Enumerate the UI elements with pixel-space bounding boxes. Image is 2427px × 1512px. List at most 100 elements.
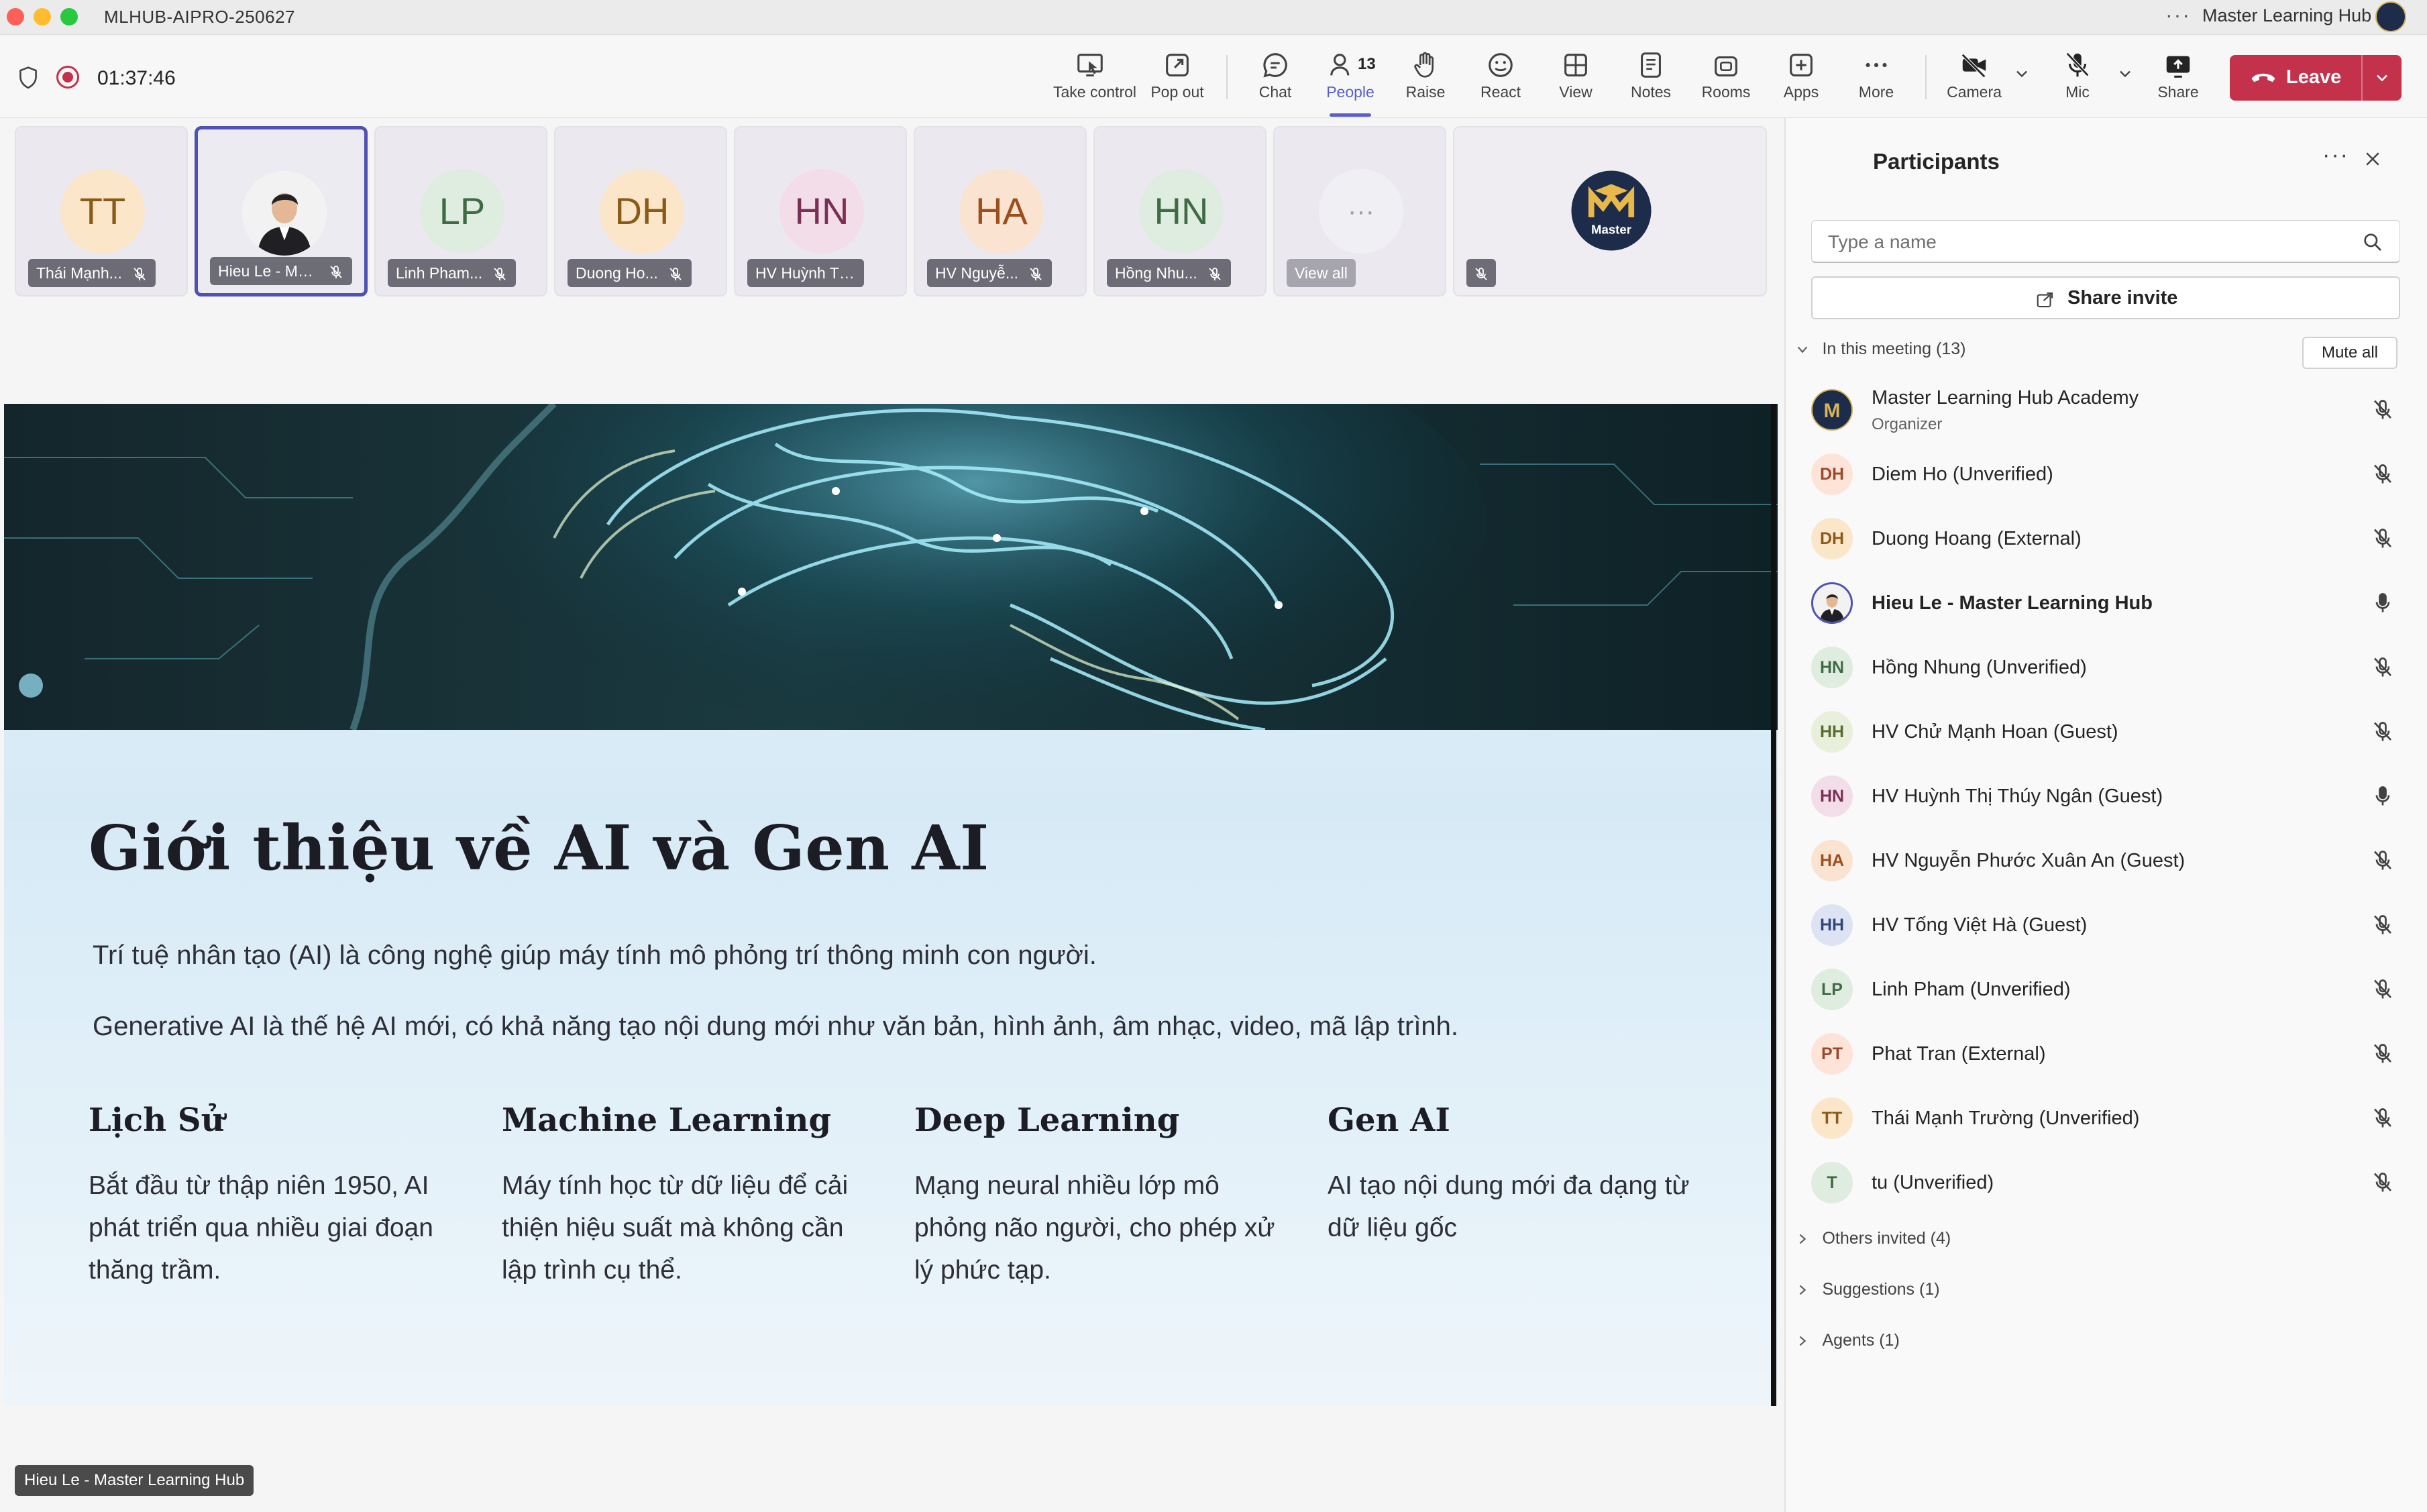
close-icon[interactable]: [2363, 149, 2383, 169]
participant-name: Master Learning Hub Academy: [1872, 387, 2139, 409]
participant-tile[interactable]: HN Hồng Nhu...: [1093, 126, 1266, 296]
participant-name-chip: Hồng Nhu...: [1107, 259, 1231, 287]
agents-section-toggle[interactable]: Agents (1): [1795, 1331, 1900, 1358]
participant-name-chip: Thái Mạnh...: [28, 259, 156, 287]
search-icon[interactable]: [2362, 231, 2383, 253]
toolbar-divider: [1226, 55, 1228, 99]
share-invite-label: Share invite: [2067, 287, 2178, 309]
view-all-label[interactable]: View all: [1287, 259, 1356, 287]
suggestions-section-toggle[interactable]: Suggestions (1): [1795, 1280, 1940, 1307]
participant-row[interactable]: PT Phat Tran (External): [1795, 1022, 2419, 1086]
window-minimize-button[interactable]: [34, 8, 51, 25]
share-invite-button[interactable]: Share invite: [1811, 276, 2400, 319]
shared-slide[interactable]: Giới thiệu về AI và Gen AI Trí tuệ nhân …: [4, 404, 1778, 1406]
participant-tile[interactable]: HN HV Huỳnh Thị ...: [734, 126, 907, 296]
view-all-tile[interactable]: ··· View all: [1273, 126, 1446, 296]
apps-plus-icon: [1790, 54, 1813, 76]
chat-button[interactable]: Chat: [1238, 50, 1312, 111]
mic-muted-icon[interactable]: [2371, 1042, 2395, 1066]
smiley-icon: [1489, 53, 1513, 77]
participant-row[interactable]: TT Thái Mạnh Trường (Unverified): [1795, 1086, 2419, 1150]
participant-search-box[interactable]: [1811, 220, 2400, 263]
participant-row[interactable]: HN HV Huỳnh Thị Thúy Ngân (Guest): [1795, 764, 2419, 828]
mic-button[interactable]: Mic: [2041, 50, 2114, 111]
participant-name: Diem Ho (Unverified): [1872, 464, 2053, 485]
participant-row[interactable]: DH Diem Ho (Unverified): [1795, 442, 2419, 506]
in-meeting-section-toggle[interactable]: In this meeting (13): [1795, 339, 1965, 366]
shield-icon[interactable]: [17, 66, 39, 90]
mic-on-icon[interactable]: [2371, 591, 2395, 615]
others-invited-section-toggle[interactable]: Others invited (4): [1795, 1229, 1951, 1256]
mic-muted-icon[interactable]: [2371, 1171, 2395, 1195]
meeting-toolbar: 01:37:46 Take control Pop out Chat 13 Pe…: [0, 35, 2427, 118]
avatar: HH: [1811, 711, 1853, 753]
mic-muted-icon[interactable]: [2371, 655, 2395, 680]
notes-label: Notes: [1630, 83, 1672, 101]
window-maximize-button[interactable]: [60, 8, 78, 25]
participant-row[interactable]: Ttu (Unverified): [1795, 1150, 2419, 1215]
toolbar-divider: [1925, 55, 1927, 99]
participant-tile[interactable]: Hieu Le - Mast...: [195, 126, 368, 296]
camera-button[interactable]: Camera: [1937, 50, 2011, 111]
people-button[interactable]: 13 People: [1313, 50, 1387, 117]
titlebar-more-icon[interactable]: ···: [2165, 3, 2191, 28]
view-button[interactable]: View: [1539, 50, 1613, 111]
participant-tile[interactable]: DH Duong Ho...: [554, 126, 727, 296]
leave-options-chevron-icon[interactable]: [2372, 68, 2392, 87]
participant-row[interactable]: HH HV Chử Mạnh Hoan (Guest): [1795, 700, 2419, 764]
avatar: HA: [1811, 840, 1853, 881]
raise-hand-button[interactable]: Raise: [1389, 50, 1462, 111]
rooms-icon: [1715, 56, 1737, 76]
organizer-tile[interactable]: Master: [1453, 126, 1767, 296]
react-button[interactable]: React: [1464, 50, 1538, 111]
avatar: HN: [779, 169, 864, 254]
camera-options-chevron-icon[interactable]: [2012, 64, 2031, 83]
more-button[interactable]: More: [1839, 50, 1913, 111]
mic-muted-icon[interactable]: [2371, 913, 2395, 937]
hang-up-icon: [2251, 73, 2275, 83]
raise-hand-icon: [1414, 52, 1434, 78]
participant-row[interactable]: DH Duong Hoang (External): [1795, 506, 2419, 571]
notes-button[interactable]: Notes: [1614, 50, 1688, 111]
participant-name-chip: HV Huỳnh Thị ...: [747, 259, 864, 287]
mic-muted-icon[interactable]: [2371, 977, 2395, 1002]
participant-tile[interactable]: HA HV Nguyễ...: [914, 126, 1087, 296]
participant-row[interactable]: LP Linh Pham (Unverified): [1795, 957, 2419, 1022]
leave-button[interactable]: Leave: [2230, 55, 2402, 101]
participant-tile[interactable]: TT Thái Mạnh...: [15, 126, 188, 296]
participant-strip: TT Thái Mạnh... Hieu Le - Mast... LP Linh Ph…: [0, 118, 1784, 306]
mic-muted-icon[interactable]: [2371, 720, 2395, 744]
more-participants-icon: ···: [1319, 169, 1403, 254]
mic-options-chevron-icon[interactable]: [2116, 64, 2135, 83]
apps-button[interactable]: Apps: [1764, 50, 1838, 111]
search-input[interactable]: [1828, 229, 2338, 256]
mic-muted-icon[interactable]: [2371, 462, 2395, 486]
take-control-button[interactable]: Take control: [1053, 50, 1136, 111]
window-close-button[interactable]: [7, 8, 24, 25]
raise-label: Raise: [1405, 83, 1446, 101]
mic-muted-icon: [1030, 268, 1042, 280]
mute-all-button[interactable]: Mute all: [2302, 337, 2397, 369]
organizer-mic-chip: [1466, 259, 1496, 287]
mic-muted-icon[interactable]: [2371, 849, 2395, 873]
mic-on-icon[interactable]: [2371, 784, 2395, 808]
participant-row[interactable]: HH HV Tống Việt Hà (Guest): [1795, 893, 2419, 957]
mic-muted-icon[interactable]: [2371, 527, 2395, 551]
participant-tile[interactable]: LP Linh Pham...: [374, 126, 547, 296]
presentation-stage: Giới thiệu về AI và Gen AI Trí tuệ nhân …: [0, 306, 1784, 1512]
participant-row[interactable]: M Master Learning Hub Academy Organizer: [1795, 378, 2419, 442]
mic-muted-icon[interactable]: [2371, 1106, 2395, 1130]
org-avatar[interactable]: [2375, 1, 2406, 32]
participant-name: HV Huỳnh Thị Thúy Ngân (Guest): [1872, 786, 2163, 807]
participant-name: Duong Ho...: [576, 264, 658, 282]
rooms-button[interactable]: Rooms: [1689, 50, 1763, 111]
mic-muted-icon[interactable]: [2371, 398, 2395, 422]
participant-row[interactable]: Hieu Le - Master Learning Hub: [1795, 571, 2419, 635]
share-button[interactable]: Share: [2141, 50, 2215, 111]
participant-row[interactable]: HN Hồng Nhung (Unverified): [1795, 635, 2419, 700]
pop-out-button[interactable]: Pop out: [1140, 50, 1214, 111]
participant-name: Thái Mạnh Trường (Unverified): [1872, 1108, 2140, 1129]
chevron-down-icon: [1797, 346, 1808, 353]
panel-more-icon[interactable]: ···: [2322, 142, 2349, 168]
participant-row[interactable]: HA HV Nguyễn Phước Xuân An (Guest): [1795, 828, 2419, 893]
